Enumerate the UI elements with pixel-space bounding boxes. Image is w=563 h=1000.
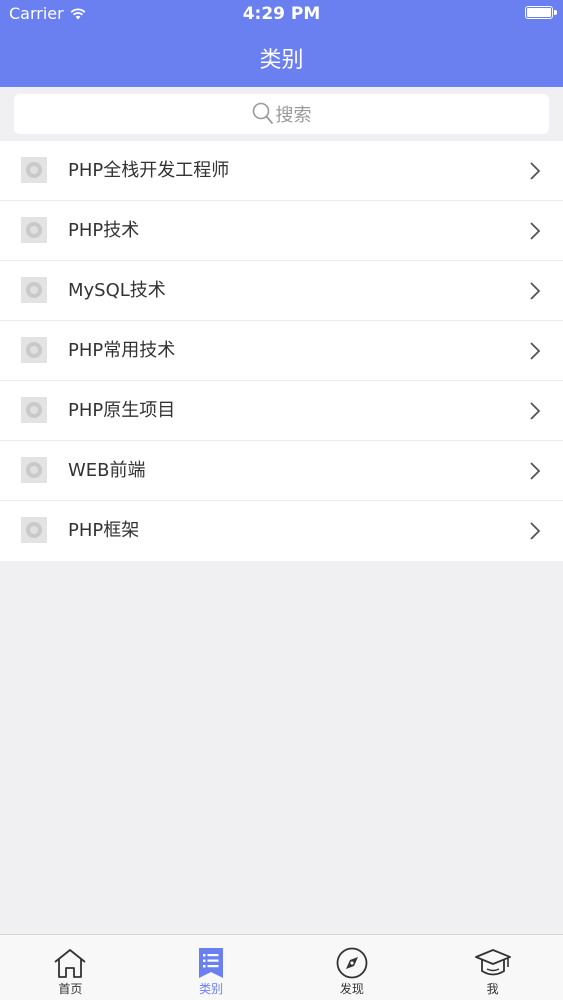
tab-label: 首页 — [58, 982, 83, 996]
category-thumbnail-icon — [21, 457, 47, 483]
category-thumbnail-icon — [21, 397, 47, 423]
chevron-right-icon — [530, 402, 541, 420]
category-thumbnail-icon — [21, 337, 47, 363]
list-item[interactable]: MySQL技术 — [0, 261, 563, 321]
chevron-right-icon — [530, 342, 541, 360]
category-thumbnail-icon — [21, 157, 47, 183]
chevron-right-icon — [530, 162, 541, 180]
list-item-label: MySQL技术 — [68, 280, 166, 301]
battery-icon — [525, 6, 557, 19]
list-item[interactable]: PHP框架 — [0, 501, 563, 561]
list-item[interactable]: PHP常用技术 — [0, 321, 563, 381]
list-item-label: PHP原生项目 — [68, 400, 176, 421]
list-icon — [199, 948, 224, 978]
category-list: PHP全栈开发工程师 PHP技术 MySQL技术 PHP常用技术 PHP原生项目 — [0, 141, 563, 561]
list-item-label: WEB前端 — [68, 460, 146, 481]
search-placeholder: 搜索 — [275, 105, 312, 126]
chevron-right-icon — [530, 522, 541, 540]
tab-label: 我 — [486, 982, 499, 996]
list-item-label: PHP技术 — [68, 220, 140, 241]
tab-bar: 首页 类别 发现 我 — [0, 934, 563, 1000]
list-item-label: PHP框架 — [68, 520, 140, 541]
chevron-right-icon — [530, 462, 541, 480]
compass-icon — [336, 947, 368, 979]
status-bar: Carrier 4:29 PM — [0, 0, 563, 28]
search-icon — [252, 102, 273, 124]
search-bar: 搜索 — [0, 87, 563, 141]
category-thumbnail-icon — [21, 217, 47, 243]
status-time: 4:29 PM — [242, 4, 321, 24]
header: Carrier 4:29 PM 类别 — [0, 0, 563, 87]
list-item[interactable]: WEB前端 — [0, 441, 563, 501]
tab-label: 发现 — [339, 982, 364, 996]
chevron-right-icon — [530, 222, 541, 240]
list-item-label: PHP常用技术 — [68, 340, 176, 361]
tab-label: 类别 — [199, 982, 224, 996]
page-title: 类别 — [259, 48, 304, 73]
list-item[interactable]: PHP全栈开发工程师 — [0, 141, 563, 201]
chevron-right-icon — [530, 282, 541, 300]
list-item-label: PHP全栈开发工程师 — [68, 160, 230, 181]
tab-discover[interactable]: 发现 — [282, 935, 423, 1000]
tab-me[interactable]: 我 — [422, 935, 563, 1000]
home-icon — [54, 949, 86, 978]
category-thumbnail-icon — [21, 517, 47, 543]
tab-category[interactable]: 类别 — [141, 935, 282, 1000]
graduation-cap-icon — [474, 949, 511, 976]
search-input[interactable]: 搜索 — [14, 94, 549, 134]
tab-home[interactable]: 首页 — [0, 935, 141, 1000]
list-item[interactable]: PHP技术 — [0, 201, 563, 261]
category-thumbnail-icon — [21, 277, 47, 303]
list-item[interactable]: PHP原生项目 — [0, 381, 563, 441]
